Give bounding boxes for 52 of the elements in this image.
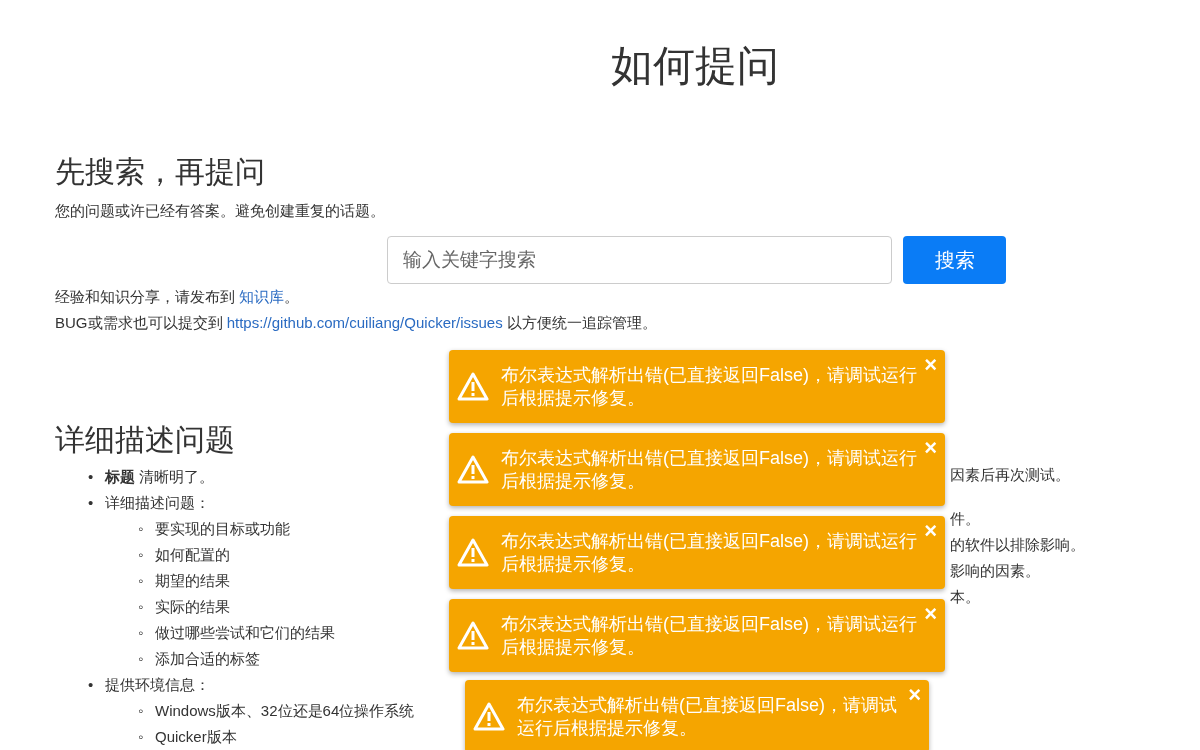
bullet-marker: ◦ [138, 519, 145, 539]
text-fragment: 件。 [950, 509, 981, 529]
list-item: 要实现的目标或功能 [155, 519, 290, 539]
list-item: 详细描述问题： [105, 493, 210, 513]
toast-message: 布尔表达式解析出错(已直接返回False)，请调试运行后根据提示修复。 [501, 446, 918, 493]
text-fragment: 影响的因素。 [950, 561, 1041, 581]
list-item: 添加合适的标签 [155, 649, 260, 669]
close-button[interactable]: × [924, 352, 937, 378]
warning-icon [473, 702, 505, 731]
bullet-marker: ◦ [138, 597, 145, 617]
text-fragment: 本。 [950, 587, 981, 607]
bullet-marker: ◦ [138, 727, 145, 747]
toast-message: 布尔表达式解析出错(已直接返回False)，请调试运行后根据提示修复。 [501, 363, 918, 410]
bullet-marker: ◦ [138, 545, 145, 565]
toast-message: 布尔表达式解析出错(已直接返回False)，请调试运行后根据提示修复。 [517, 693, 898, 740]
bullet-marker: • [88, 493, 95, 513]
bullet-marker: • [88, 675, 95, 695]
list-item: 期望的结果 [155, 571, 230, 591]
page-title: 如何提问 [610, 41, 779, 91]
toast-message: 布尔表达式解析出错(已直接返回False)，请调试运行后根据提示修复。 [501, 612, 918, 659]
warning-icon [457, 372, 489, 401]
close-button[interactable]: × [924, 518, 937, 544]
list-item: 做过哪些尝试和它们的结果 [155, 623, 335, 643]
list-item: 如何配置的 [155, 545, 230, 565]
section-heading: 先搜索，再提问 [55, 154, 265, 190]
close-button[interactable]: × [924, 435, 937, 461]
list-item: 提供环境信息： [105, 675, 210, 695]
note-link[interactable]: https://github.com/cuiliang/Quicker/issues [226, 314, 503, 331]
search-button[interactable]: 搜索 [903, 236, 1006, 284]
warning-icon [457, 538, 489, 567]
bullet-marker: ◦ [138, 649, 145, 669]
list-item: 标题 清晰明了。 [105, 467, 215, 487]
close-button[interactable]: × [908, 682, 921, 708]
intro-text: 您的问题或许已经有答案。避免创建重复的话题。 [55, 201, 386, 221]
text-fragment: 的软件以排除影响。 [950, 535, 1086, 555]
list-item: 实际的结果 [155, 597, 230, 617]
list-item: Quicker版本 [155, 727, 237, 747]
note-text: 经验和知识分享，请发布到 知识库。 [55, 287, 301, 307]
bullet-marker: ◦ [138, 623, 145, 643]
bullet-marker: • [88, 467, 95, 487]
bullet-marker: ◦ [138, 571, 145, 591]
bullet-marker: ◦ [138, 701, 145, 721]
warning-icon [457, 455, 489, 484]
warning-icon [457, 621, 489, 650]
note-link[interactable]: 知识库 [239, 288, 285, 305]
toast-message: 布尔表达式解析出错(已直接返回False)，请调试运行后根据提示修复。 [501, 529, 918, 576]
list-item: Windows版本、32位还是64位操作系统 [155, 701, 415, 721]
section-heading: 详细描述问题 [55, 422, 235, 458]
search-field[interactable]: 输入关键字搜索 [387, 236, 892, 284]
text-fragment: 因素后再次测试。 [950, 465, 1071, 485]
close-button[interactable]: × [924, 601, 937, 627]
note-text: BUG或需求也可以提交到 https://github.com/cuiliang/Quicker/issues 以方便统一追踪管理。 [55, 313, 658, 333]
